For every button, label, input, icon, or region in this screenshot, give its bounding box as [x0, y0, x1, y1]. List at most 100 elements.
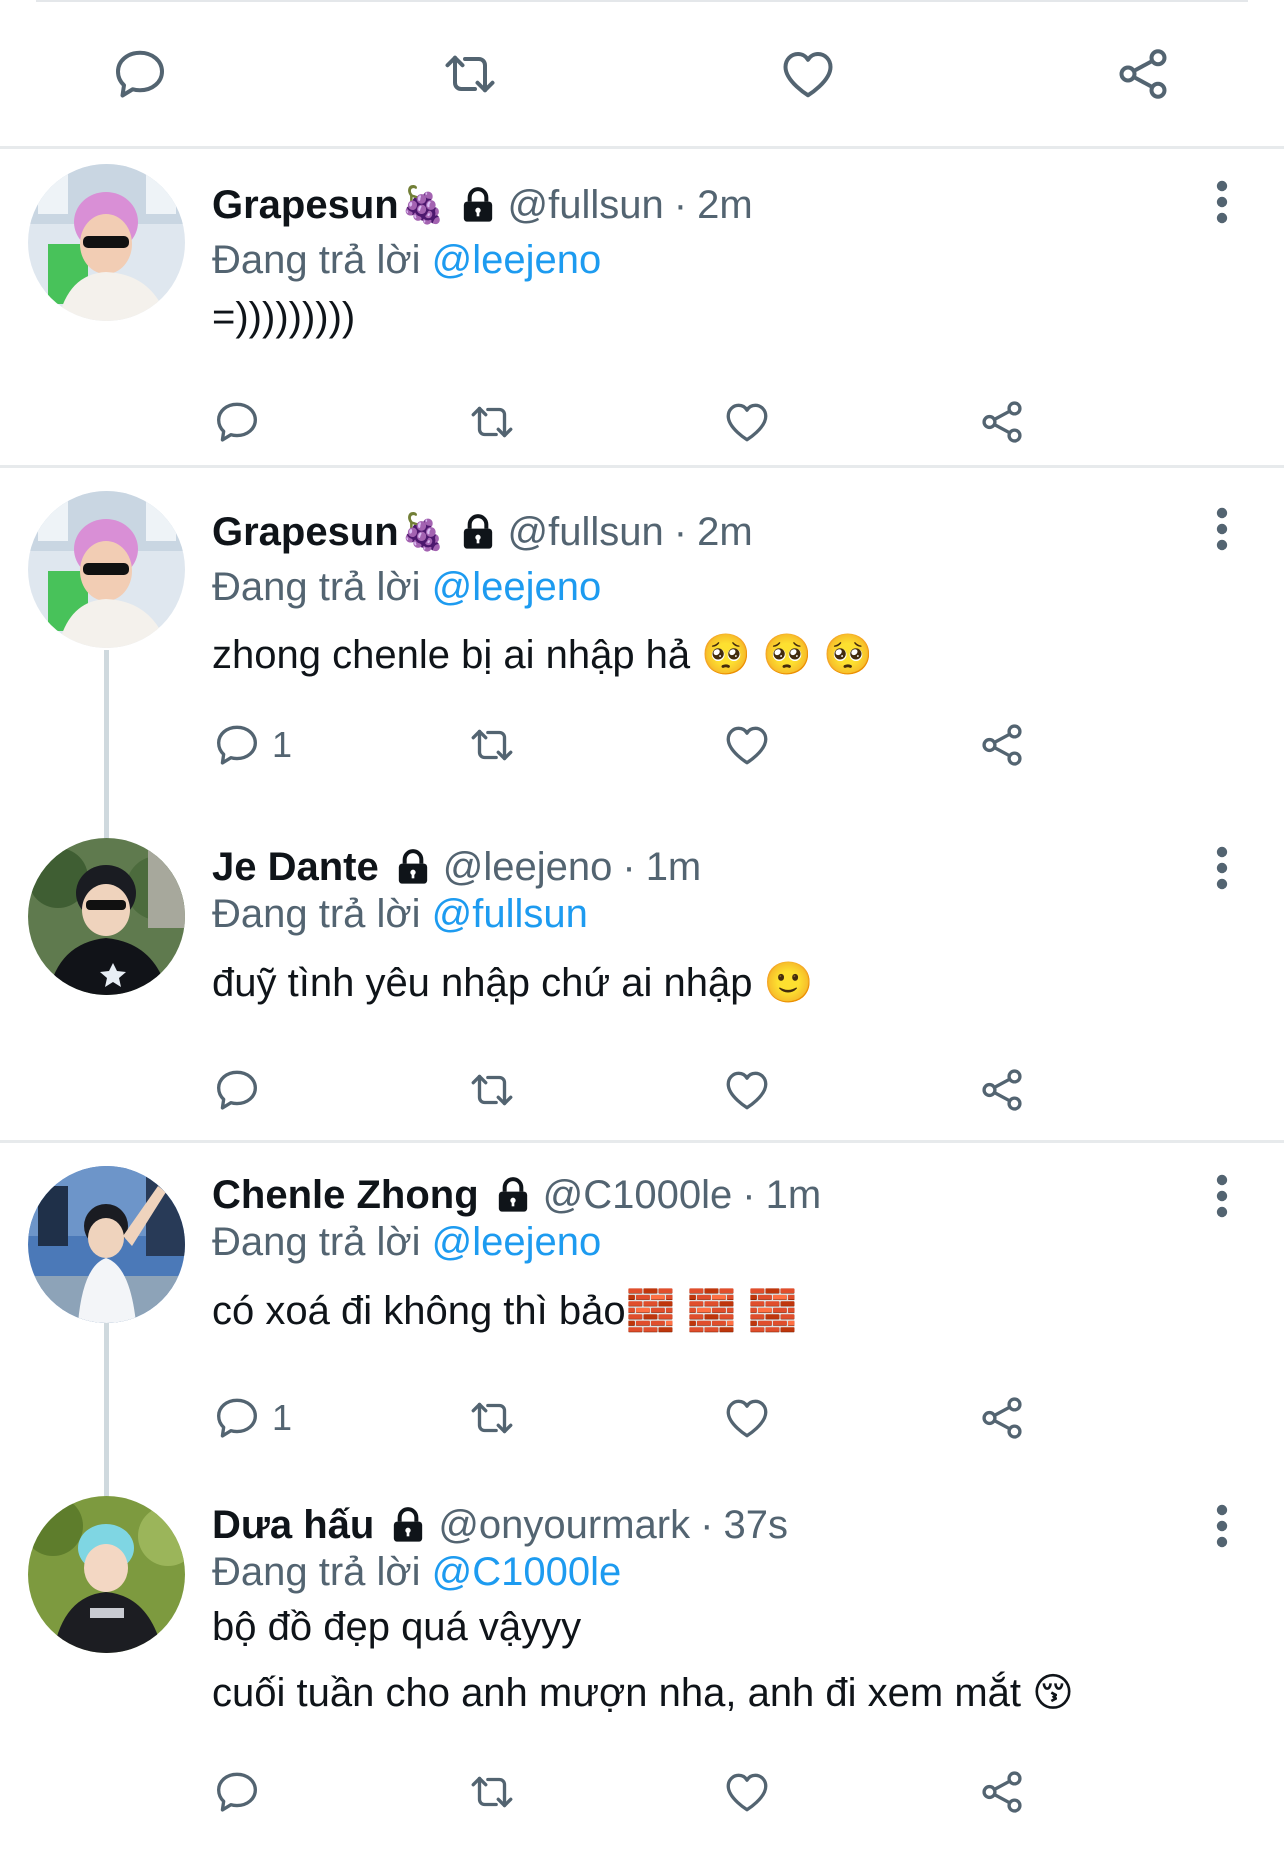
lock-icon — [393, 847, 433, 887]
mention-link[interactable]: @C1000le — [432, 1550, 622, 1594]
like-icon[interactable] — [778, 44, 848, 114]
share-button[interactable] — [977, 1390, 1027, 1446]
tweet-actions: 1 — [212, 1390, 1042, 1450]
tweet-line: đuỹ tình yêu nhập chứ ai nhập 🙂 — [212, 961, 814, 1005]
tweet-text: có xoá đi không thì bảo🧱 🧱 🧱 — [212, 1278, 797, 1344]
share-icon — [977, 720, 1027, 770]
share-icon — [977, 1065, 1027, 1115]
replying-to: Đang trả lời @leejeno — [212, 238, 601, 283]
more-icon[interactable] — [1210, 846, 1234, 890]
like-button[interactable] — [722, 717, 772, 773]
reply-prefix: Đang trả lời — [212, 238, 421, 282]
reply-icon — [212, 1393, 262, 1443]
reply-count: 1 — [272, 1397, 293, 1438]
like-button[interactable] — [722, 1062, 772, 1118]
share-button[interactable] — [977, 1062, 1027, 1118]
reply-prefix: Đang trả lời — [212, 1550, 421, 1594]
like-icon — [722, 1065, 772, 1115]
like-icon — [722, 1393, 772, 1443]
reply-icon — [212, 1065, 262, 1115]
display-name[interactable]: Grapesun — [212, 510, 399, 555]
retweet-icon[interactable] — [440, 44, 510, 114]
tweet-actions — [212, 394, 1042, 454]
separator: · — [700, 1502, 714, 1547]
handle[interactable]: @leejeno — [443, 845, 613, 890]
timestamp[interactable]: 1m — [646, 845, 702, 890]
share-button[interactable] — [977, 394, 1027, 450]
retweet-icon — [467, 1767, 517, 1817]
reply-prefix: Đang trả lời — [212, 892, 421, 936]
mention-link[interactable]: @fullsun — [432, 892, 588, 936]
handle[interactable]: @fullsun — [508, 510, 664, 555]
avatar[interactable] — [28, 491, 185, 648]
share-button[interactable] — [977, 1764, 1027, 1820]
divider — [0, 465, 1284, 468]
reply-button[interactable] — [212, 394, 272, 450]
reply-button[interactable]: 1 — [212, 1390, 292, 1446]
tweet-text: bộ đồ đẹp quá vậyyy cuối tuần cho anh mư… — [212, 1594, 1074, 1726]
divider — [0, 1140, 1284, 1143]
avatar[interactable] — [28, 164, 185, 321]
share-icon — [977, 397, 1027, 447]
reply-icon[interactable] — [110, 44, 180, 114]
reply-button[interactable] — [212, 1764, 272, 1820]
tweet-header: Chenle Zhong @C1000le · 1m — [212, 1170, 821, 1220]
timestamp[interactable]: 1m — [766, 1173, 822, 1218]
replying-to: Đang trả lời @fullsun — [212, 892, 588, 937]
thread-connector — [104, 650, 109, 840]
like-button[interactable] — [722, 1764, 772, 1820]
reply-icon — [212, 397, 262, 447]
display-name[interactable]: Dưa hấu — [212, 1503, 374, 1548]
display-name[interactable]: Chenle Zhong — [212, 1173, 479, 1218]
more-icon[interactable] — [1210, 180, 1234, 224]
retweet-button[interactable] — [467, 1764, 517, 1820]
retweet-icon — [467, 1393, 517, 1443]
more-icon[interactable] — [1210, 1174, 1234, 1218]
retweet-button[interactable] — [467, 717, 517, 773]
retweet-icon — [467, 1065, 517, 1115]
separator: · — [622, 844, 636, 889]
timestamp[interactable]: 37s — [723, 1503, 788, 1548]
retweet-button[interactable] — [467, 1390, 517, 1446]
like-button[interactable] — [722, 1390, 772, 1446]
mention-link[interactable]: @leejeno — [432, 238, 602, 282]
tweet-header: Grapesun 🍇 @fullsun · 2m — [212, 507, 753, 557]
timestamp[interactable]: 2m — [697, 510, 753, 555]
more-icon[interactable] — [1210, 507, 1234, 551]
handle[interactable]: @C1000le — [543, 1173, 733, 1218]
reply-prefix: Đang trả lời — [212, 565, 421, 609]
main-tweet-actions — [0, 20, 1284, 130]
tweet-text: zhong chenle bị ai nhập hả 🥺 🥺 🥺 — [212, 622, 873, 688]
retweet-button[interactable] — [467, 394, 517, 450]
avatar[interactable] — [28, 838, 185, 995]
reply-icon — [212, 1767, 262, 1817]
avatar[interactable] — [28, 1166, 185, 1323]
tweet-line: =))))))))) — [212, 295, 356, 339]
mention-link[interactable]: @leejeno — [432, 1220, 602, 1264]
retweet-button[interactable] — [467, 1062, 517, 1118]
handle[interactable]: @fullsun — [508, 183, 664, 228]
tweet-text: đuỹ tình yêu nhập chứ ai nhập 🙂 — [212, 950, 813, 1016]
tweet-line: cuối tuần cho anh mượn nha, anh đi xem m… — [212, 1671, 1074, 1715]
tweet-header: Je Dante @leejeno · 1m — [212, 842, 701, 892]
avatar[interactable] — [28, 1496, 185, 1653]
more-icon[interactable] — [1210, 1504, 1234, 1548]
share-button[interactable] — [977, 717, 1027, 773]
timestamp[interactable]: 2m — [697, 183, 753, 228]
lock-icon — [458, 512, 498, 552]
name-emoji: 🍇 — [400, 511, 446, 552]
thread-connector — [104, 1322, 109, 1497]
tweet-actions — [212, 1764, 1042, 1824]
mention-link[interactable]: @leejeno — [432, 565, 602, 609]
display-name[interactable]: Grapesun — [212, 183, 399, 228]
display-name[interactable]: Je Dante — [212, 845, 379, 890]
share-icon[interactable] — [1113, 44, 1183, 114]
like-button[interactable] — [722, 394, 772, 450]
like-icon — [722, 720, 772, 770]
handle[interactable]: @onyourmark — [438, 1503, 690, 1548]
tweet-header: Grapesun 🍇 @fullsun · 2m — [212, 180, 753, 230]
reply-button[interactable] — [212, 1062, 272, 1118]
tweet-actions — [212, 1062, 1042, 1122]
reply-button[interactable]: 1 — [212, 717, 292, 773]
name-emoji: 🍇 — [400, 184, 446, 225]
